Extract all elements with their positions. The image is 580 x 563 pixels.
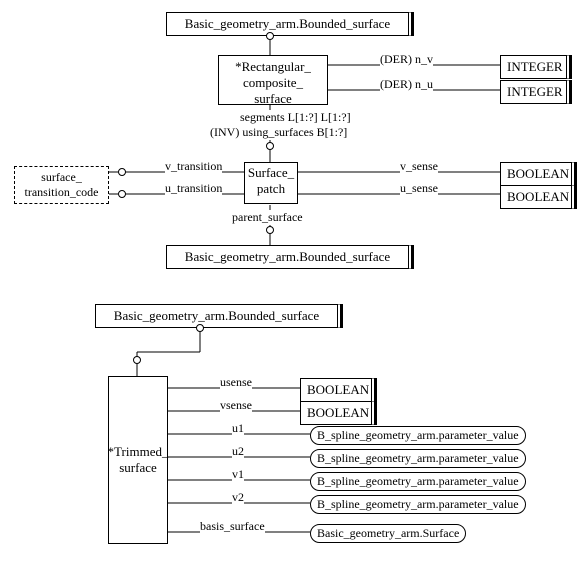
box-boolean-4: BOOLEAN	[300, 401, 375, 425]
text: BOOLEAN	[307, 382, 369, 397]
text: surface_ transition_code	[25, 170, 99, 199]
oval-pv-1: B_spline_geometry_arm.parameter_value	[310, 426, 526, 445]
box-boolean-3: BOOLEAN	[300, 378, 375, 402]
box-boolean-2: BOOLEAN	[500, 185, 575, 209]
circle	[266, 226, 274, 234]
lbl-u2: u2	[232, 444, 244, 459]
circle	[133, 356, 141, 364]
lbl-inv: (INV) using_surfaces B[1:?]	[210, 125, 347, 140]
box-trimmed-surface: *Trimmed_ surface	[108, 376, 168, 544]
lbl-der-nv: (DER) n_v	[380, 52, 433, 67]
box-integer-2: INTEGER	[500, 80, 570, 104]
box-surface-patch: Surface_ patch	[244, 162, 298, 204]
oval-pv-3: B_spline_geometry_arm.parameter_value	[310, 472, 526, 491]
box-rect-composite: *Rectangular_ composite_ surface	[218, 55, 328, 105]
text: B_spline_geometry_arm.parameter_value	[317, 497, 519, 511]
lbl-v2: v2	[232, 490, 244, 505]
lbl-segments: segments L[1:?] L[1:?]	[240, 110, 351, 125]
lbl-der-nu: (DER) n_u	[380, 77, 433, 92]
text: INTEGER	[507, 59, 563, 74]
lbl-vsense: vsense	[220, 398, 252, 413]
text: Basic_geometry_arm.Bounded_surface	[185, 16, 390, 31]
text: B_spline_geometry_arm.parameter_value	[317, 451, 519, 465]
lbl-vsense: v_sense	[400, 159, 438, 174]
inherit-circle	[266, 32, 274, 40]
oval-pv-2: B_spline_geometry_arm.parameter_value	[310, 449, 526, 468]
text: INTEGER	[507, 84, 563, 99]
circle	[118, 168, 126, 176]
oval-pv-4: B_spline_geometry_arm.parameter_value	[310, 495, 526, 514]
lbl-v1: v1	[232, 467, 244, 482]
oval-basic-surface: Basic_geometry_arm.Surface	[310, 524, 466, 543]
lbl-usense: u_sense	[400, 181, 438, 196]
text: Basic_geometry_arm.Bounded_surface	[114, 308, 319, 323]
text: BOOLEAN	[507, 166, 569, 181]
text: *Trimmed_ surface	[108, 444, 169, 476]
box-surface-transition-code: surface_ transition_code	[14, 166, 109, 204]
circle	[196, 324, 204, 332]
circle	[266, 142, 274, 150]
circle	[118, 190, 126, 198]
box-integer-1: INTEGER	[500, 55, 570, 79]
box-boolean-1: BOOLEAN	[500, 162, 575, 186]
text: BOOLEAN	[507, 189, 569, 204]
box-bounded-surface-top: Basic_geometry_arm.Bounded_surface	[166, 12, 412, 36]
text: Basic_geometry_arm.Surface	[317, 526, 459, 540]
lbl-usense: usense	[220, 375, 252, 390]
lbl-basis: basis_surface	[200, 519, 265, 534]
lbl-vtrans: v_transition	[165, 159, 222, 174]
box-bounded-surface-parent: Basic_geometry_arm.Bounded_surface	[166, 245, 412, 269]
text: B_spline_geometry_arm.parameter_value	[317, 428, 519, 442]
lbl-u1: u1	[232, 421, 244, 436]
text: BOOLEAN	[307, 405, 369, 420]
text: Surface_ patch	[248, 165, 294, 196]
box-bounded-surface-bottom: Basic_geometry_arm.Bounded_surface	[95, 304, 341, 328]
text: *Rectangular_ composite_ surface	[235, 59, 311, 106]
text: Basic_geometry_arm.Bounded_surface	[185, 249, 390, 264]
lbl-parent: parent_surface	[232, 210, 303, 225]
lbl-utrans: u_transition	[165, 181, 222, 196]
text: B_spline_geometry_arm.parameter_value	[317, 474, 519, 488]
